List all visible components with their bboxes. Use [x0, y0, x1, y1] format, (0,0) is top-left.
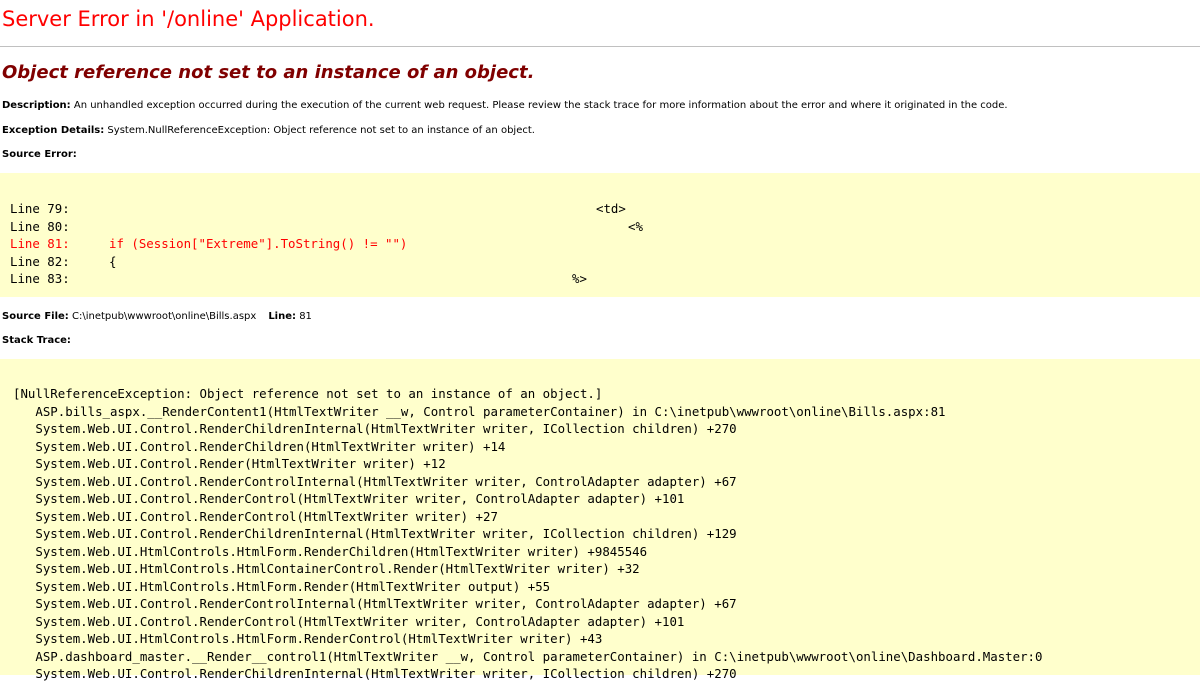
stack-frame: ASP.dashboard_master.__Render__control1(…	[35, 648, 1043, 664]
line-label: Line:	[268, 311, 297, 322]
exception-text: System.NullReferenceException: Object re…	[104, 125, 535, 136]
source-code-line: %>	[572, 271, 587, 286]
source-error-heading: Source Error:	[2, 149, 77, 160]
source-line-label-error: Line 81:	[10, 236, 70, 251]
stack-frame: System.Web.UI.Control.RenderControl(Html…	[35, 508, 498, 524]
stack-frame: System.Web.UI.Control.RenderChildrenInte…	[35, 666, 737, 681]
stack-frame: System.Web.UI.Control.RenderControl(Html…	[35, 491, 685, 506]
stack-trace-panel: [NullReferenceException: Object referenc…	[0, 359, 1200, 681]
source-code-line-error: if (Session["Extreme"].ToString() != "")	[109, 236, 408, 251]
source-code-line: <td>	[596, 201, 626, 216]
title-divider	[0, 46, 1200, 47]
source-line-label: Line 83:	[10, 271, 70, 286]
exception-label: Exception Details:	[2, 125, 105, 136]
stack-frame: System.Web.UI.HtmlControls.HtmlForm.Rend…	[35, 578, 551, 594]
source-code-line: {	[109, 253, 117, 269]
stack-frame: ASP.bills_aspx.__RenderContent1(HtmlText…	[35, 403, 946, 419]
source-line-labels: Line 79: Line 80: Line 81: Line 82: Line…	[10, 200, 70, 288]
stack-trace-heading: Stack Trace:	[2, 335, 71, 346]
line-number: 81	[296, 311, 312, 322]
error-message: Object reference not set to an instance …	[2, 62, 535, 83]
description-text: An unhandled exception occurred during t…	[70, 100, 1008, 111]
stack-frame: System.Web.UI.Control.RenderChildrenInte…	[35, 421, 737, 436]
exception-details-row: Exception Details: System.NullReferenceE…	[2, 125, 535, 136]
source-line-label: Line 79:	[10, 201, 70, 216]
source-file-path: C:\inetpub\wwwroot\online\Bills.aspx	[68, 311, 257, 322]
description-row: Description: An unhandled exception occu…	[2, 100, 1008, 111]
stack-frame: System.Web.UI.Control.RenderControl(Html…	[35, 613, 685, 629]
source-file-label: Source File:	[2, 311, 69, 322]
stack-frame: System.Web.UI.HtmlControls.HtmlContainer…	[35, 561, 640, 576]
stack-frame: System.Web.UI.HtmlControls.HtmlForm.Rend…	[35, 631, 603, 646]
stack-trace-header: [NullReferenceException: Object referenc…	[13, 386, 603, 401]
source-line-label: Line 80:	[10, 218, 70, 234]
source-file-row: Source File: C:\inetpub\wwwroot\online\B…	[2, 311, 312, 322]
source-line-label: Line 82:	[10, 253, 70, 269]
stack-frame: System.Web.UI.Control.RenderControlInter…	[35, 473, 737, 489]
stack-frame: System.Web.UI.Control.RenderControlInter…	[35, 596, 737, 611]
stack-frame: System.Web.UI.Control.RenderChildrenInte…	[35, 526, 737, 541]
stack-frame: System.Web.UI.Control.RenderChildren(Htm…	[35, 438, 506, 454]
stack-frame: System.Web.UI.HtmlControls.HtmlForm.Rend…	[35, 543, 648, 559]
page-title: Server Error in '/online' Application.	[2, 7, 375, 31]
stack-trace-text: [NullReferenceException: Object referenc…	[13, 385, 1042, 683]
stack-frame: System.Web.UI.Control.Render(HtmlTextWri…	[35, 456, 446, 471]
source-error-panel: Line 79: Line 80: Line 81: Line 82: Line…	[0, 173, 1200, 297]
source-code-line: <%	[628, 218, 643, 234]
description-label: Description:	[2, 100, 71, 111]
